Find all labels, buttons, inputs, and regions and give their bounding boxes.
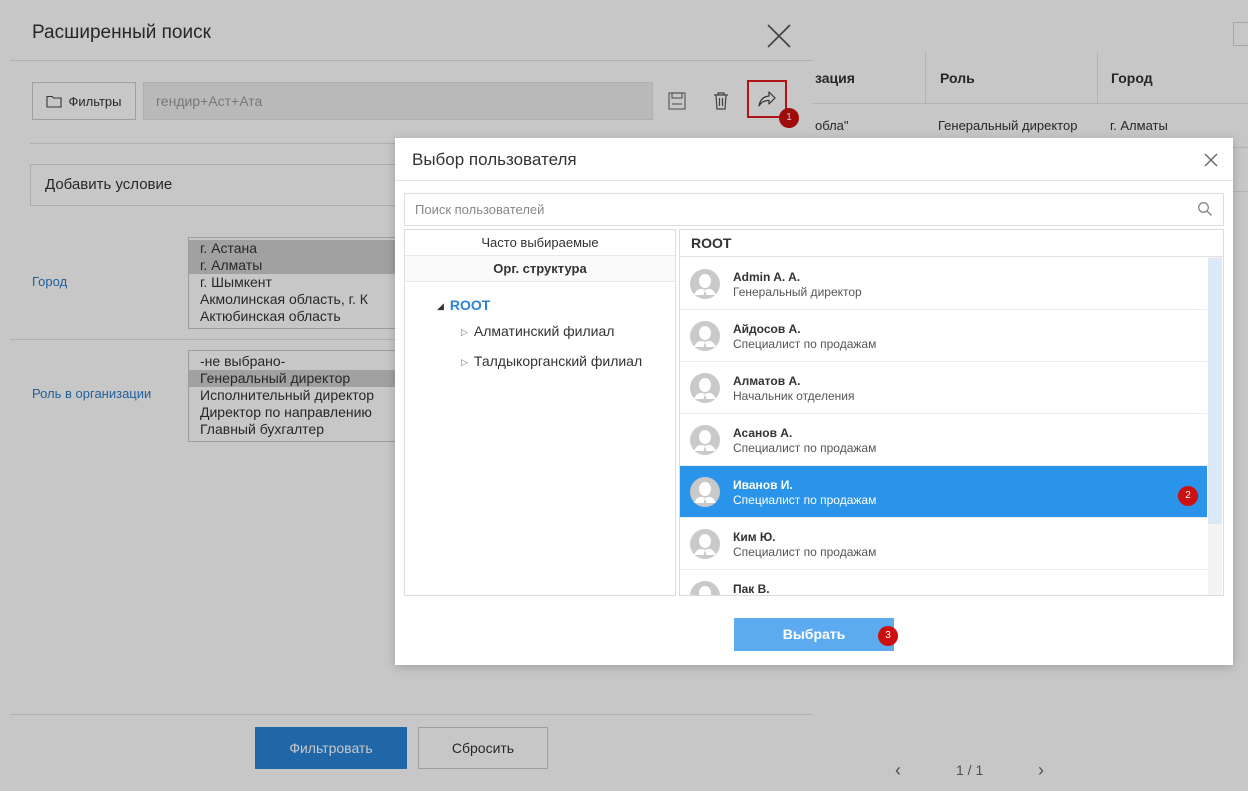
toolbar-button-edge [1233, 22, 1248, 46]
avatar [690, 477, 720, 507]
user-role: Специалист по продажам [733, 493, 877, 507]
scrollbar-thumb[interactable] [1208, 258, 1222, 524]
role-label[interactable]: Роль в организации [32, 386, 151, 401]
city-label[interactable]: Город [32, 274, 67, 289]
avatar [690, 321, 720, 351]
avatar [690, 269, 720, 299]
user-name: Пак В. [733, 582, 770, 596]
page-indicator: 1 / 1 [956, 762, 984, 778]
divider [395, 180, 1233, 181]
user-name: Ким Ю. [733, 530, 776, 544]
trash-icon[interactable] [708, 88, 734, 114]
collapsed-arrow-icon: ▷ [461, 357, 468, 367]
user-select-dialog: Выбор пользователя Часто выбираемые Орг.… [395, 138, 1233, 665]
tree-item-label: Талдыкорганский филиал [473, 353, 643, 369]
close-icon[interactable] [1203, 152, 1219, 168]
user-list-item[interactable]: Асанов А. Специалист по продажам [680, 414, 1207, 466]
user-list-item[interactable]: Алматов А. Начальник отделения [680, 362, 1207, 414]
user-name: Айдосов А. [733, 322, 801, 336]
user-list-item[interactable]: Ким Ю. Специалист по продажам [680, 518, 1207, 570]
user-role: Специалист по продажам [733, 441, 877, 455]
user-name: Admin A. A. [733, 270, 801, 284]
user-list-item[interactable]: Пак В. [680, 570, 1207, 596]
avatar [690, 373, 720, 403]
tab-org-structure[interactable]: Орг. структура [405, 256, 675, 282]
column-divider [1097, 52, 1098, 104]
user-name: Алматов А. [733, 374, 801, 388]
user-name: Иванов И. [733, 478, 793, 492]
users-list-pane: ROOT Admin A. A. Генеральный директор Айдо… [679, 229, 1224, 596]
user-list-item[interactable]: Admin A. A. Генеральный директор [680, 258, 1207, 310]
step-badge-2: 2 [1178, 486, 1198, 506]
cell-role: Генеральный директор [938, 118, 1078, 133]
select-button[interactable]: Выбрать [734, 618, 894, 651]
user-role: Специалист по продажам [733, 545, 877, 559]
avatar [690, 425, 720, 455]
next-page-button[interactable]: › [1038, 760, 1044, 781]
user-list-item[interactable]: Айдосов А. Специалист по продажам [680, 310, 1207, 362]
cell-city: г. Алматы [1110, 118, 1168, 133]
tree-item-label: ROOT [449, 297, 491, 313]
prev-page-button[interactable]: ‹ [895, 760, 901, 781]
column-header-city[interactable]: Город [1111, 70, 1153, 86]
user-role: Генеральный директор [733, 285, 862, 299]
dialog-title: Выбор пользователя [412, 150, 577, 169]
search-icon[interactable] [1197, 201, 1213, 217]
step-badge-1: 1 [779, 108, 799, 128]
close-icon[interactable] [763, 20, 795, 52]
share-icon [758, 91, 776, 107]
filter-name-field[interactable]: гендир+Аст+Ата [143, 82, 653, 120]
reset-button[interactable]: Сбросить [418, 727, 548, 769]
filter-button[interactable]: Фильтровать [255, 727, 407, 769]
tree-item-root[interactable]: ◢ ROOT [437, 297, 490, 313]
step-badge-3: 3 [878, 626, 898, 646]
collapsed-arrow-icon: ▷ [461, 327, 468, 337]
expanded-arrow-icon: ◢ [437, 301, 444, 311]
tab-frequent[interactable]: Часто выбираемые [405, 230, 675, 256]
table-header: зация Роль Город [813, 52, 1248, 104]
user-name: Асанов А. [733, 426, 793, 440]
avatar [690, 581, 720, 595]
user-role: Специалист по продажам [733, 337, 877, 351]
users-list-header: ROOT [680, 230, 1223, 257]
divider [10, 714, 813, 715]
tree-item-taldykorgan-branch[interactable]: ▷ Талдыкорганский филиал [461, 353, 642, 369]
filters-button[interactable]: Фильтры [32, 82, 136, 120]
tree-item-almaty-branch[interactable]: ▷ Алматинский филиал [461, 323, 614, 339]
user-role: Начальник отделения [733, 389, 855, 403]
filters-button-label: Фильтры [68, 93, 122, 109]
folder-icon [46, 95, 63, 108]
pagination: ‹ 1 / 1 › [813, 760, 1248, 786]
tree-item-label: Алматинский филиал [473, 323, 615, 339]
panel-title: Расширенный поиск [32, 22, 211, 43]
org-tree-pane: Часто выбираемые Орг. структура ◢ ROOT ▷ А… [404, 229, 676, 596]
avatar [690, 529, 720, 559]
column-divider [925, 52, 926, 104]
cell-organization: обла" [815, 118, 849, 133]
column-header-role[interactable]: Роль [940, 70, 975, 86]
save-icon[interactable] [664, 88, 690, 114]
user-list-item[interactable]: Иванов И. Специалист по продажам [680, 466, 1207, 518]
column-header-organization[interactable]: зация [815, 70, 855, 86]
user-search-input[interactable] [404, 193, 1224, 226]
divider [10, 60, 813, 61]
